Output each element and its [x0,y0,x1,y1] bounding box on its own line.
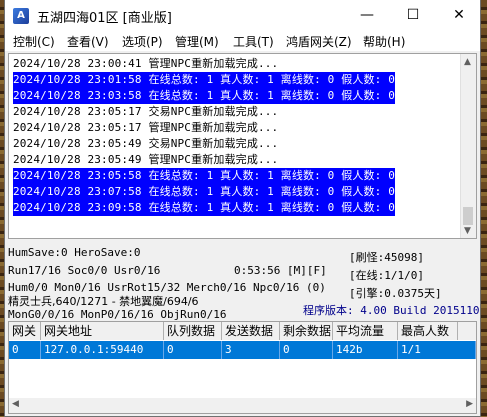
cell-max-users[interactable]: 1/1 [398,341,476,359]
cell-queue[interactable]: 0 [164,341,222,359]
table-header: 网关 网关地址 队列数据 发送数据 剩余数据 平均流量 最高人数 [9,322,476,340]
menu-manage[interactable]: 管理(M) [175,33,219,50]
app-icon: A [13,8,29,24]
cell-remaining[interactable]: 0 [280,341,333,359]
col-address[interactable]: 网关地址 [41,322,164,340]
col-max-users[interactable]: 最高人数 [398,322,458,340]
log-line[interactable]: 2024/10/28 23:01:58 在线总数: 1 真人数: 1 离线数: … [13,72,395,88]
mon-status: MonG0/0/16 MonP0/16/16 ObjRun0/16 [8,308,227,321]
minimize-button[interactable]: — [344,0,390,31]
log-line[interactable]: 2024/10/28 23:00:41 管理NPC重新加载完成... [13,56,278,72]
menu-view[interactable]: 查看(V) [67,33,109,50]
log-line[interactable]: 2024/10/28 23:05:58 在线总数: 1 真人数: 1 离线数: … [13,168,395,184]
log-line[interactable]: 2024/10/28 23:07:58 在线总数: 1 真人数: 1 离线数: … [13,184,395,200]
cell-address[interactable]: 127.0.0.1:59440 [41,341,164,359]
engine-uptime: [引擎:0.0375天] [349,287,442,300]
title-bar[interactable]: A 五湖四海01区 [商业版] — ☐ ✕ [5,0,480,31]
online-counter: [在线:1/1/0] [349,269,424,282]
scroll-left-icon[interactable]: ◀ [12,399,19,409]
menu-options[interactable]: 选项(P) [122,33,163,50]
log-panel[interactable]: 2024/10/28 23:00:41 管理NPC重新加载完成... 2024/… [8,53,477,239]
clock: 0:53:56 [M][F] [234,264,327,277]
monster-status: 精灵士兵,640/1271 - 禁地翼魔/694/6 [8,295,199,308]
log-line[interactable]: 2024/10/28 23:05:49 管理NPC重新加载完成... [13,152,278,168]
maximize-button[interactable]: ☐ [390,0,436,31]
cell-avg-traffic[interactable]: 142b [333,341,398,359]
version-label: 程序版本: 4.00 Build 20151104 [303,304,481,317]
scroll-thumb[interactable] [463,207,473,225]
window-title: 五湖四海01区 [商业版] [37,11,172,26]
scroll-down-icon[interactable]: ▼ [464,226,471,236]
menu-help[interactable]: 帮助(H) [363,33,405,50]
menu-control[interactable]: 控制(C) [13,33,55,50]
scroll-right-icon[interactable]: ▶ [466,399,473,409]
menu-gateway[interactable]: 鸿盾网关(Z) [286,33,352,50]
close-button[interactable]: ✕ [436,0,480,31]
refresh-counter: [刷怪:45098] [349,251,424,264]
col-remaining[interactable]: 剩余数据 [280,322,333,340]
save-status: HumSave:0 HeroSave:0 [8,246,141,259]
log-scrollbar[interactable]: ▲ ▼ [460,54,476,238]
menu-bar: 控制(C) 查看(V) 选项(P) 管理(M) 工具(T) 鸿盾网关(Z) 帮助… [5,31,480,51]
cell-sent[interactable]: 3 [222,341,280,359]
server-window: A 五湖四海01区 [商业版] — ☐ ✕ 控制(C) 查看(V) 选项(P) … [4,0,481,417]
cell-gateway[interactable]: 0 [9,341,41,359]
col-avg-traffic[interactable]: 平均流量 [333,322,398,340]
scroll-up-icon[interactable]: ▲ [464,57,471,67]
log-line[interactable]: 2024/10/28 23:09:58 在线总数: 1 真人数: 1 离线数: … [13,200,395,216]
log-line[interactable]: 2024/10/28 23:05:17 交易NPC重新加载完成... [13,104,278,120]
gateway-table[interactable]: 网关 网关地址 队列数据 发送数据 剩余数据 平均流量 最高人数 0 127.0… [8,321,477,414]
col-gateway[interactable]: 网关 [9,322,41,340]
log-line[interactable]: 2024/10/28 23:05:17 管理NPC重新加载完成... [13,120,278,136]
run-status: Run17/16 Soc0/0 Usr0/16 [8,264,161,277]
col-sent[interactable]: 发送数据 [222,322,280,340]
menu-tools[interactable]: 工具(T) [233,33,274,50]
col-queue[interactable]: 队列数据 [164,322,222,340]
log-line[interactable]: 2024/10/28 23:05:49 交易NPC重新加载完成... [13,136,278,152]
table-hscrollbar[interactable]: ◀ ▶ [9,398,476,413]
log-line[interactable]: 2024/10/28 23:03:58 在线总数: 1 真人数: 1 离线数: … [13,88,395,104]
table-row[interactable]: 0 127.0.0.1:59440 0 3 0 142b 1/1 [9,341,476,359]
